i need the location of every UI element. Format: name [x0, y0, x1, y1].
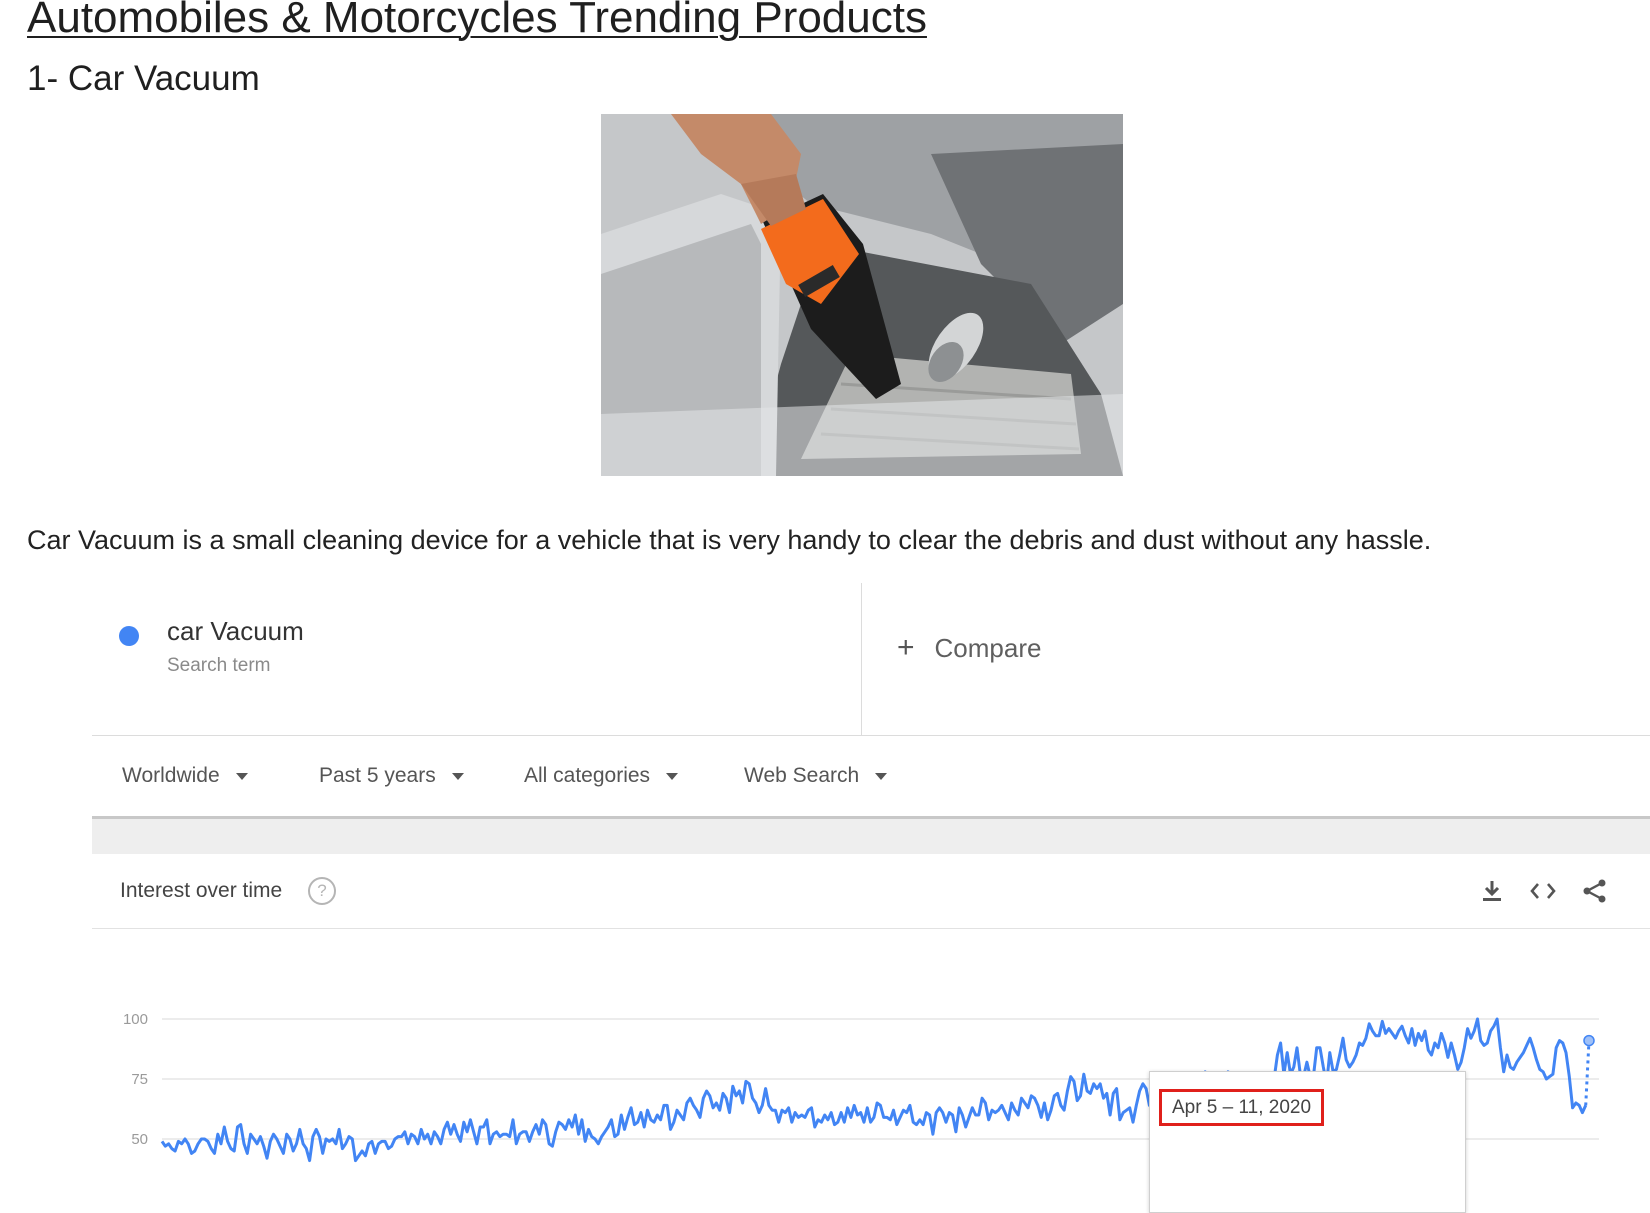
section-spacer	[92, 819, 1650, 854]
compare-button[interactable]: + Compare	[897, 631, 1041, 665]
share-icon[interactable]	[1576, 872, 1614, 910]
compare-label: Compare	[934, 632, 1042, 663]
car-vacuum-photo	[601, 114, 1123, 476]
category-dropdown-label: All categories	[524, 764, 651, 787]
search-term-type: Search term	[167, 655, 271, 676]
search-term-card[interactable]: car Vacuum Search term	[92, 583, 862, 735]
download-icon[interactable]	[1473, 872, 1511, 910]
tooltip-date: Apr 5 – 11, 2020	[1159, 1089, 1324, 1126]
series-line-partial	[1584, 1040, 1591, 1106]
y-tick-label: 100	[123, 1011, 148, 1028]
term-divider	[861, 583, 862, 735]
region-dropdown[interactable]: Worldwide	[122, 736, 248, 816]
caret-down-icon	[666, 772, 679, 780]
time-range-dropdown-label: Past 5 years	[319, 764, 436, 787]
chart-tooltip: Apr 5 – 11, 2020	[1149, 1071, 1466, 1213]
page-title: Automobiles & Motorcycles Trending Produ…	[27, 0, 927, 42]
time-range-dropdown[interactable]: Past 5 years	[319, 736, 464, 816]
series-color-dot	[119, 626, 139, 646]
interest-over-time-title: Interest over time	[120, 879, 283, 902]
y-tick-label: 50	[131, 1131, 148, 1148]
region-dropdown-label: Worldwide	[122, 764, 220, 787]
product-description: Car Vacuum is a small cleaning device fo…	[27, 525, 1432, 555]
help-icon[interactable]: ?	[308, 877, 336, 905]
caret-down-icon	[451, 772, 464, 780]
embed-code-icon[interactable]	[1524, 872, 1562, 910]
caret-down-icon	[875, 772, 888, 780]
caret-down-icon	[235, 772, 248, 780]
product-heading: 1- Car Vacuum	[27, 59, 260, 98]
last-point-marker[interactable]	[1583, 1034, 1595, 1047]
search-type-dropdown[interactable]: Web Search	[744, 736, 888, 816]
y-tick-label: 75	[131, 1071, 148, 1088]
interest-over-time-header: Interest over time ?	[92, 854, 1650, 928]
search-term-name: car Vacuum	[167, 616, 304, 646]
plus-icon: +	[897, 631, 915, 664]
filter-bar: Worldwide Past 5 years All categories We…	[92, 736, 1650, 816]
category-dropdown[interactable]: All categories	[524, 736, 679, 816]
search-type-dropdown-label: Web Search	[744, 764, 860, 787]
